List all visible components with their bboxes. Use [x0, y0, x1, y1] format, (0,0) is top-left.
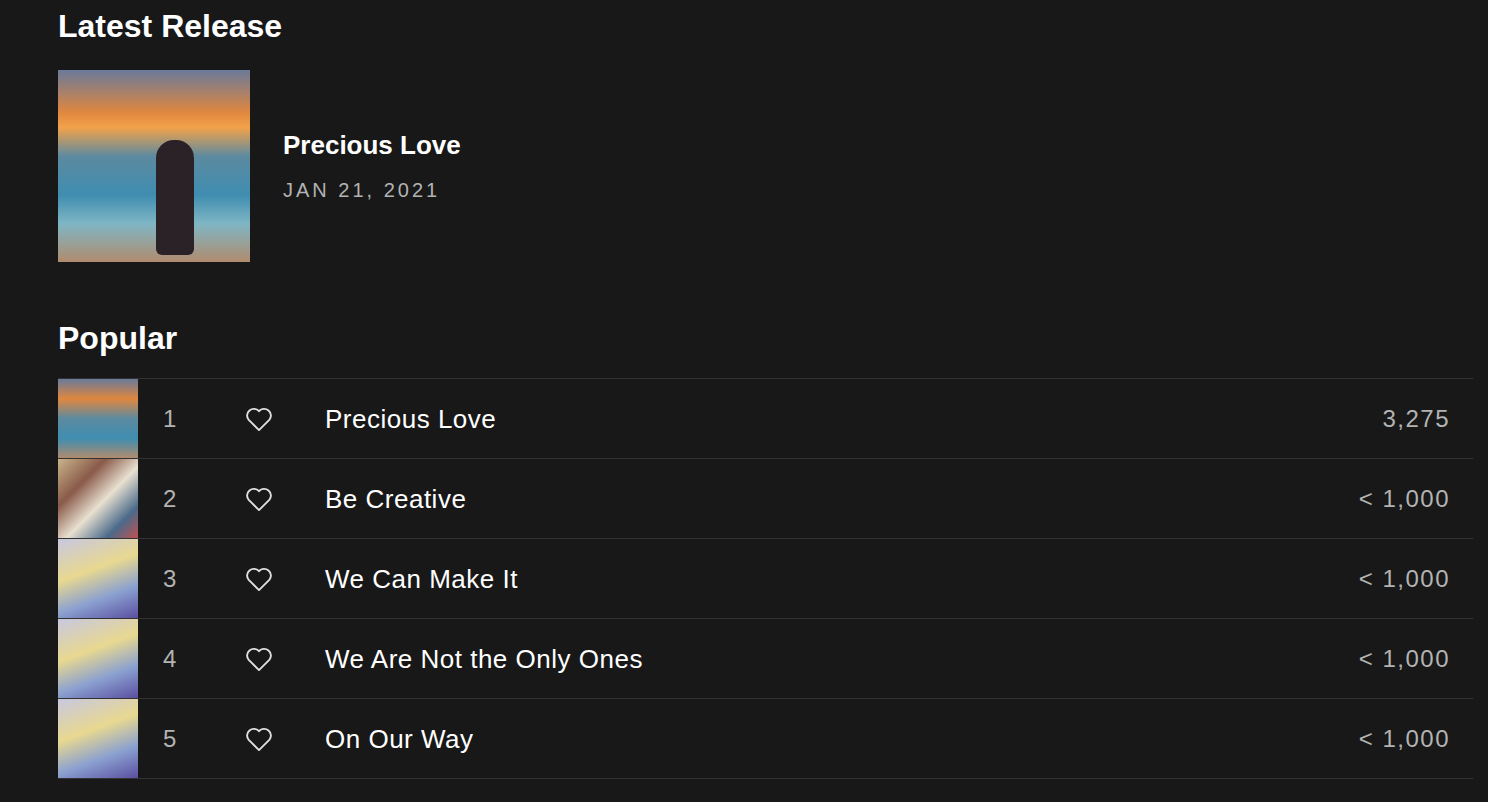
- track-title[interactable]: On Our Way: [325, 723, 1347, 755]
- track-number: 1: [138, 405, 223, 433]
- track-title[interactable]: Be Creative: [325, 483, 1347, 515]
- release-date: JAN 21, 2021: [283, 178, 461, 202]
- track-title[interactable]: We Can Make It: [325, 563, 1347, 595]
- latest-release[interactable]: Precious Love JAN 21, 2021: [58, 70, 1473, 262]
- play-count: < 1,000: [1347, 565, 1473, 593]
- track-number: 5: [138, 725, 223, 753]
- heart-icon[interactable]: [245, 405, 275, 433]
- track-cover: [58, 699, 138, 778]
- release-info: Precious Love JAN 21, 2021: [250, 70, 461, 262]
- track-row[interactable]: 2 Be Creative< 1,000: [58, 458, 1473, 538]
- track-row[interactable]: 1 Precious Love3,275: [58, 378, 1473, 458]
- track-cover: [58, 379, 138, 458]
- track-row[interactable]: 5 On Our Way< 1,000: [58, 698, 1473, 779]
- track-list: 1Precious Love3,2752Be Creative< 1,0003W…: [58, 378, 1473, 779]
- track-cover: [58, 619, 138, 698]
- play-count: 3,275: [1370, 405, 1473, 433]
- couple-figure: [156, 140, 194, 255]
- track-number: 2: [138, 485, 223, 513]
- track-cover: [58, 459, 138, 538]
- track-row[interactable]: 4 We Are Not the Only Ones< 1,000: [58, 618, 1473, 698]
- track-row[interactable]: 3 We Can Make It< 1,000: [58, 538, 1473, 618]
- heart-icon[interactable]: [245, 725, 275, 753]
- play-count: < 1,000: [1347, 645, 1473, 673]
- track-number: 4: [138, 645, 223, 673]
- track-cover: [58, 539, 138, 618]
- play-count: < 1,000: [1347, 725, 1473, 753]
- play-count: < 1,000: [1347, 485, 1473, 513]
- heart-icon[interactable]: [245, 565, 275, 593]
- section-heading: Popular: [58, 318, 1473, 358]
- heart-icon[interactable]: [245, 485, 275, 513]
- track-title[interactable]: We Are Not the Only Ones: [325, 643, 1347, 675]
- track-number: 3: [138, 565, 223, 593]
- section-heading: Latest Release: [58, 6, 1473, 46]
- album-cover[interactable]: [58, 70, 250, 262]
- heart-icon[interactable]: [245, 645, 275, 673]
- release-title[interactable]: Precious Love: [283, 130, 461, 160]
- track-title[interactable]: Precious Love: [325, 403, 1370, 435]
